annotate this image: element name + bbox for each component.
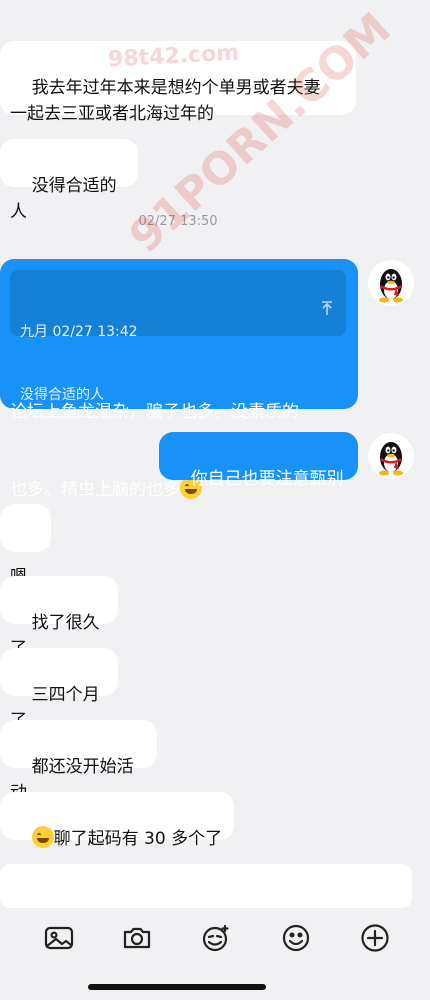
- laugh-tears-emoji-icon: [31, 826, 54, 848]
- message-bubble[interactable]: 都还没开始活动: [0, 720, 157, 803]
- message-bubble[interactable]: 你自己也要注意甄别: [159, 432, 358, 489]
- image-icon[interactable]: [43, 922, 75, 954]
- message-bubble[interactable]: 三四个月了: [0, 648, 118, 731]
- chat-area: 我去年过年本来是想约个单男或者夫妻 一起去三亚或者北海过年的 没得合适的人 02…: [0, 0, 430, 860]
- message-bubble[interactable]: 嗯: [0, 504, 51, 587]
- add-icon[interactable]: [359, 922, 391, 954]
- message-bubble[interactable]: 找了很久了: [0, 576, 118, 659]
- camera-icon[interactable]: [121, 922, 153, 954]
- home-indicator[interactable]: [88, 984, 266, 990]
- message-bubble[interactable]: 我去年过年本来是想约个单男或者夫妻 一起去三亚或者北海过年的: [0, 41, 356, 124]
- avatar[interactable]: [368, 433, 414, 479]
- reply-line-1: 论坛上鱼龙混杂，骗子也多。没素质的: [10, 402, 299, 422]
- message-bubble[interactable]: 没得合适的人: [0, 139, 138, 222]
- message-timestamp: 02/27 13:50: [138, 214, 218, 229]
- message-text: 聊了起码有 30 多个了: [53, 829, 223, 849]
- message-input[interactable]: [0, 864, 412, 908]
- emoji-icon[interactable]: [280, 922, 312, 954]
- message-text: 你自己也要注意甄别: [190, 469, 344, 489]
- quoted-message[interactable]: 九月 02/27 13:42 没得合适的人: [10, 270, 346, 403]
- reply-bubble[interactable]: 九月 02/27 13:42 没得合适的人 论坛上鱼龙混杂，骗子也多。没素质的 …: [0, 259, 358, 500]
- message-text: 我去年过年本来是想约个单男或者夫妻 一起去三亚或者北海过年的: [10, 78, 321, 124]
- sticker-icon[interactable]: [200, 922, 232, 954]
- arrow-up-icon[interactable]: [284, 279, 334, 344]
- avatar[interactable]: [368, 260, 414, 306]
- message-bubble[interactable]: 聊了起码有 30 多个了: [0, 792, 234, 849]
- reply-line-2-text: 也多。精虫上脑的也多: [10, 480, 180, 500]
